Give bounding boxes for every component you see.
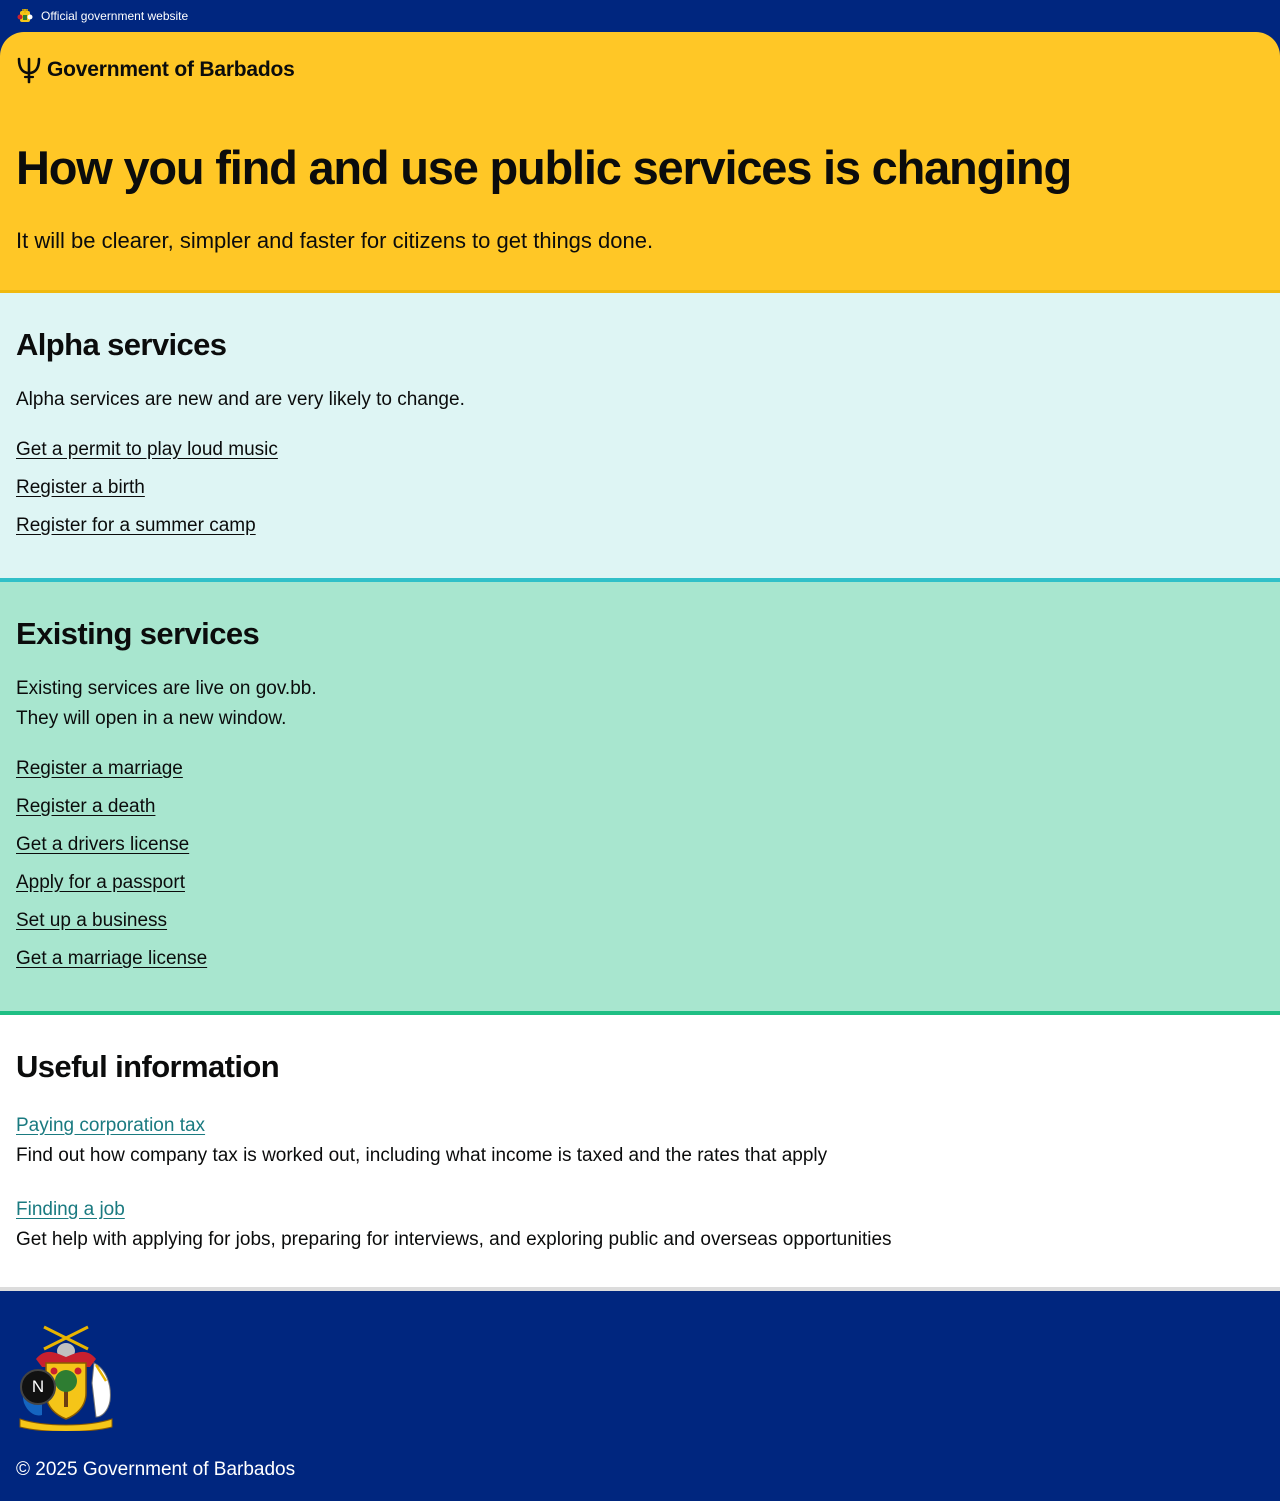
brand-link[interactable]: Government of Barbados bbox=[16, 54, 1264, 86]
official-banner-text: Official government website bbox=[41, 9, 189, 23]
useful-information-section: Useful information Paying corporation ta… bbox=[0, 1015, 1280, 1291]
copyright: © 2025 Government of Barbados bbox=[16, 1459, 296, 1480]
info-item: Finding a job Get help with applying for… bbox=[16, 1195, 1264, 1255]
existing-heading: Existing services bbox=[16, 616, 260, 651]
footer: N © 2025 Government of Barbados bbox=[0, 1291, 1280, 1501]
hero: Government of Barbados How you find and … bbox=[0, 32, 1280, 293]
alpha-services-section: Alpha services Alpha services are new an… bbox=[0, 293, 1280, 582]
service-link-register-marriage[interactable]: Register a marriage bbox=[16, 758, 183, 779]
page-lede: It will be clearer, simpler and faster f… bbox=[16, 228, 654, 253]
list-item: Register a birth bbox=[16, 475, 1264, 501]
info-description: Find out how company tax is worked out, … bbox=[16, 1145, 828, 1166]
list-item: Register for a summer camp bbox=[16, 513, 1264, 539]
service-link-business[interactable]: Set up a business bbox=[16, 910, 167, 931]
coat-of-arms-icon bbox=[16, 7, 34, 25]
alpha-heading: Alpha services bbox=[16, 327, 227, 362]
alpha-description: Alpha services are new and are very like… bbox=[16, 389, 465, 410]
service-link-marriage-license[interactable]: Get a marriage license bbox=[16, 948, 207, 969]
list-item: Register a death bbox=[16, 794, 1264, 820]
info-link-finding-job[interactable]: Finding a job bbox=[16, 1199, 125, 1220]
list-item: Apply for a passport bbox=[16, 870, 1264, 896]
info-link-corporation-tax[interactable]: Paying corporation tax bbox=[16, 1115, 205, 1136]
list-item: Register a marriage bbox=[16, 756, 1264, 782]
existing-description-line-1: Existing services are live on gov.bb. bbox=[16, 678, 317, 699]
brand-name: Government of Barbados bbox=[47, 58, 295, 81]
useful-heading: Useful information bbox=[16, 1049, 280, 1084]
service-link-register-birth[interactable]: Register a birth bbox=[16, 477, 145, 498]
official-banner: Official government website bbox=[0, 0, 1280, 32]
existing-description-line-2: They will open in a new window. bbox=[16, 708, 287, 729]
list-item: Get a permit to play loud music bbox=[16, 437, 1264, 463]
info-item: Paying corporation tax Find out how comp… bbox=[16, 1111, 1264, 1171]
info-description: Get help with applying for jobs, prepari… bbox=[16, 1229, 892, 1250]
service-link-drivers-license[interactable]: Get a drivers license bbox=[16, 834, 189, 855]
trident-icon bbox=[17, 57, 41, 84]
page-title: How you find and use public services is … bbox=[16, 141, 1072, 194]
service-link-passport[interactable]: Apply for a passport bbox=[16, 872, 185, 893]
list-item: Get a marriage license bbox=[16, 946, 1264, 972]
list-item: Set up a business bbox=[16, 908, 1264, 934]
n-badge[interactable]: N bbox=[20, 1369, 56, 1405]
existing-services-section: Existing services Existing services are … bbox=[0, 582, 1280, 1015]
list-item: Get a drivers license bbox=[16, 832, 1264, 858]
existing-description: Existing services are live on gov.bb. Th… bbox=[16, 674, 1264, 734]
service-link-register-death[interactable]: Register a death bbox=[16, 796, 155, 817]
service-link-summer-camp[interactable]: Register for a summer camp bbox=[16, 515, 256, 536]
coat-of-arms: N bbox=[16, 1323, 116, 1432]
service-link-loud-music-permit[interactable]: Get a permit to play loud music bbox=[16, 439, 278, 460]
existing-link-list: Register a marriage Register a death Get… bbox=[16, 756, 1264, 972]
alpha-link-list: Get a permit to play loud music Register… bbox=[16, 437, 1264, 539]
